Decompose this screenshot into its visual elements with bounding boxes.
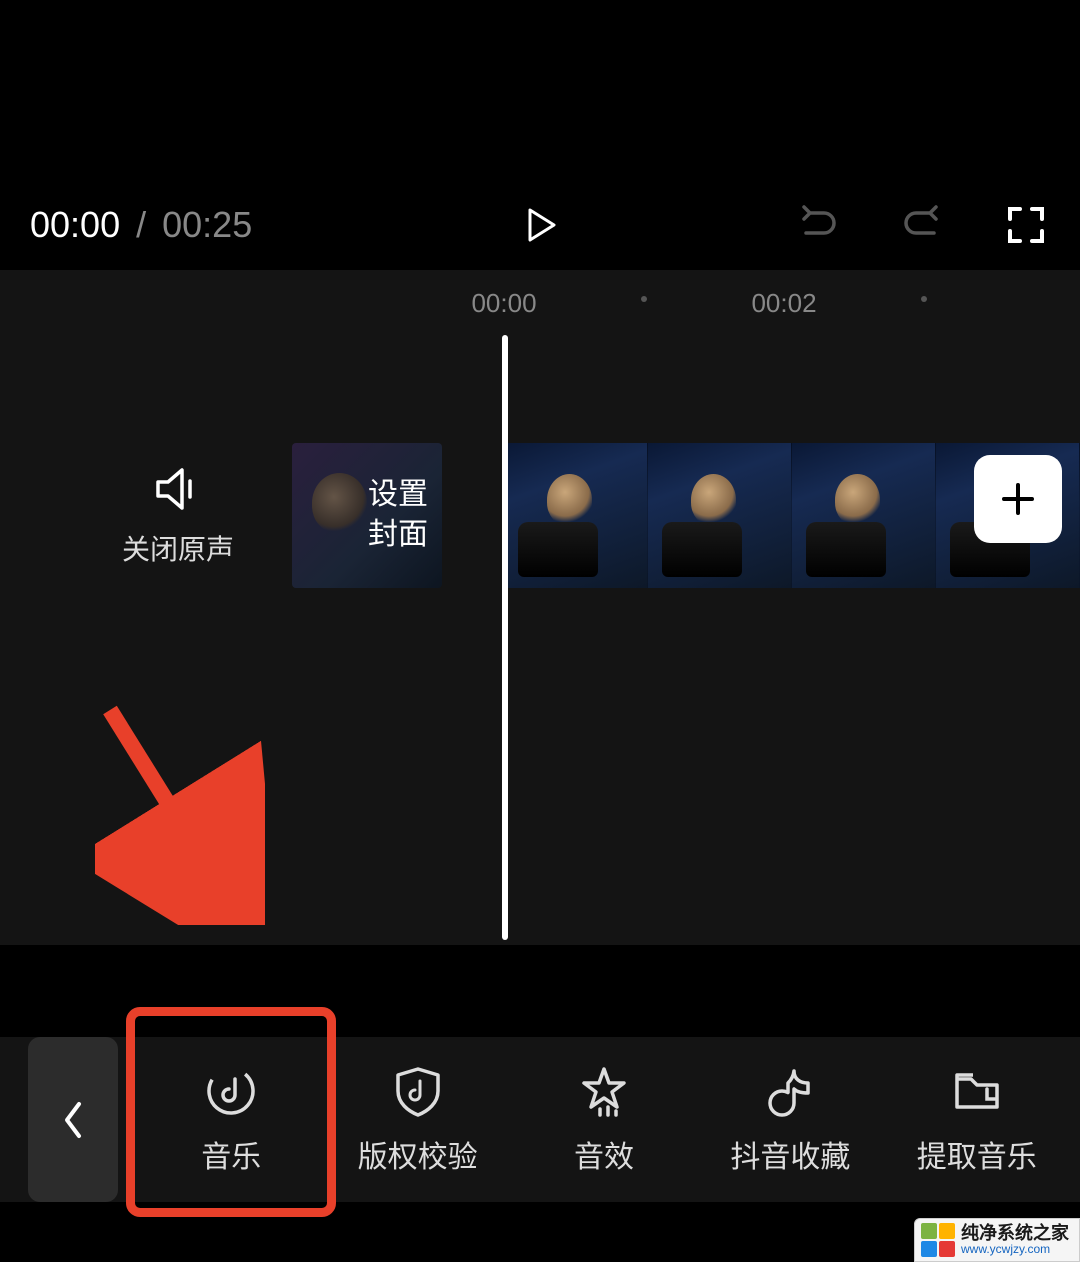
clip-frame (504, 443, 648, 588)
time-separator: / (136, 204, 146, 245)
toolbar-label: 提取音乐 (917, 1132, 1037, 1176)
right-controls (794, 201, 1050, 249)
watermark-logo-icon (921, 1223, 955, 1257)
toolbar-label: 版权校验 (358, 1132, 478, 1176)
toolbar-items: 音乐 版权校验 音效 抖音收藏 提取音乐 (118, 1064, 1080, 1176)
redo-button[interactable] (898, 201, 946, 249)
cover-text-line1: 设置 (368, 475, 428, 515)
toolbar-label: 抖音收藏 (730, 1132, 850, 1176)
set-cover-button[interactable]: 设置 封面 (292, 443, 442, 588)
ruler-mark: 00:02 (751, 288, 816, 319)
star-bars-icon (577, 1064, 631, 1118)
toolbar-label: 音效 (574, 1132, 634, 1176)
watermark-url: www.ycwjzy.com (961, 1243, 1069, 1256)
time-total: 00:25 (162, 204, 252, 245)
toolbar-item-sound-effect[interactable]: 音效 (529, 1064, 679, 1176)
video-track: 关闭原声 设置 封面 (0, 440, 1080, 590)
mute-label: 关闭原声 (122, 528, 234, 568)
toolbar-item-music[interactable]: 音乐 (156, 1064, 306, 1176)
toolbar-label: 音乐 (201, 1132, 261, 1176)
playback-controls: 00:00 / 00:25 (0, 180, 1080, 270)
watermark: 纯净系统之家 www.ycwjzy.com (914, 1218, 1080, 1262)
play-button[interactable] (515, 200, 565, 250)
ruler-mark: 00:00 (471, 288, 536, 319)
playhead[interactable] (502, 335, 508, 940)
play-icon (520, 205, 560, 245)
toolbar-item-extract-music[interactable]: 提取音乐 (902, 1064, 1052, 1176)
ruler-dot (641, 296, 647, 302)
douyin-icon (763, 1064, 817, 1118)
time-display: 00:00 / 00:25 (30, 204, 252, 246)
music-disc-icon (204, 1064, 258, 1118)
chevron-left-icon (59, 1098, 87, 1142)
toolbar-item-douyin-favorites[interactable]: 抖音收藏 (715, 1064, 865, 1176)
time-current: 00:00 (30, 204, 120, 245)
toolbar-item-copyright[interactable]: 版权校验 (343, 1064, 493, 1176)
redo-icon (900, 203, 944, 247)
timeline[interactable]: 00:00 00:02 关闭原声 设置 封面 (0, 270, 1080, 945)
mute-original-audio-button[interactable]: 关闭原声 (122, 463, 234, 568)
bottom-toolbar: 音乐 版权校验 音效 抖音收藏 提取音乐 (0, 1037, 1080, 1202)
fullscreen-button[interactable] (1002, 201, 1050, 249)
video-preview[interactable] (0, 0, 1080, 180)
add-clip-button[interactable] (974, 455, 1062, 543)
ruler-dot (921, 296, 927, 302)
folder-extract-icon (950, 1064, 1004, 1118)
clip-frame (792, 443, 936, 588)
back-button[interactable] (28, 1037, 118, 1202)
fullscreen-icon (1004, 203, 1048, 247)
cover-text-line2: 封面 (368, 515, 428, 555)
watermark-title: 纯净系统之家 (961, 1224, 1069, 1244)
undo-button[interactable] (794, 201, 842, 249)
plus-icon (998, 479, 1038, 519)
speaker-icon (152, 463, 204, 515)
clip-frame (648, 443, 792, 588)
timeline-ruler: 00:00 00:02 (0, 270, 1080, 330)
undo-icon (796, 203, 840, 247)
shield-music-icon (391, 1064, 445, 1118)
